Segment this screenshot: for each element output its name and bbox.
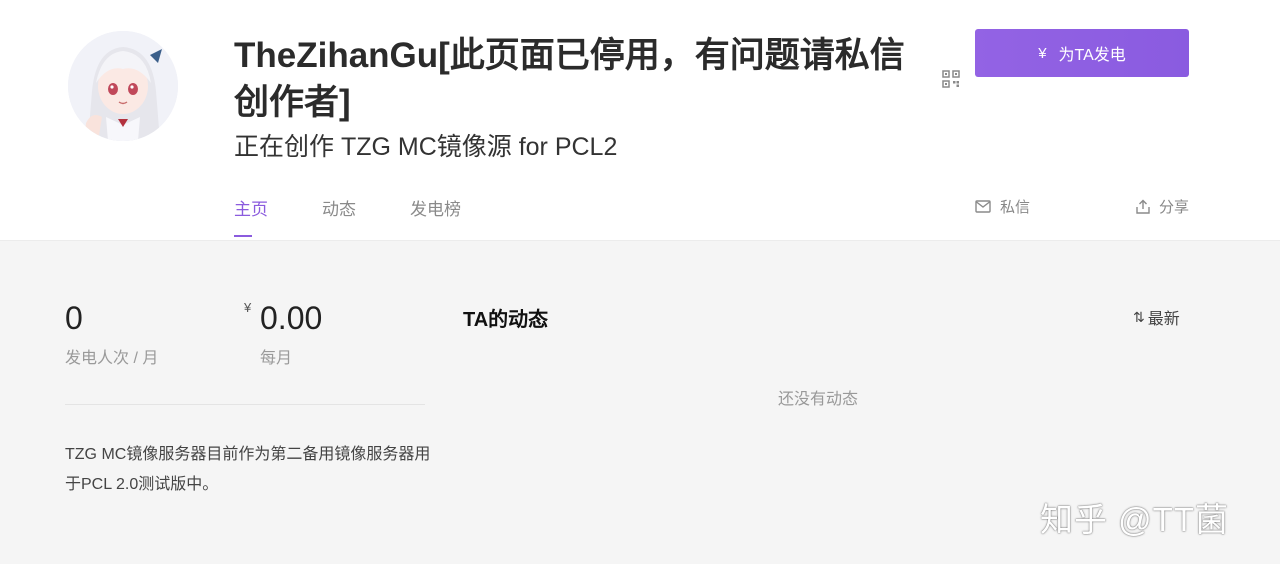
- supporters-stat: 0 发电人次 / 月: [65, 300, 158, 368]
- sponsor-button-label: 为TA发电: [1058, 47, 1126, 64]
- message-label: 私信: [1000, 199, 1031, 216]
- amount-value: 0.00: [260, 300, 323, 336]
- tab-activity[interactable]: 动态: [322, 195, 356, 241]
- mail-icon: [975, 200, 991, 213]
- profile-description: TZG MC镜像服务器目前作为第二备用镜像服务器用于PCL 2.0测试版中。: [65, 446, 431, 493]
- amount-stat: ¥ 0.00 每月: [244, 300, 322, 368]
- yen-icon: ¥: [1038, 44, 1047, 62]
- sort-icon: ⇅: [1133, 308, 1145, 325]
- amount-label: 每月: [260, 350, 293, 367]
- page-title: TheZihanGu[此页面已停用，有问题请私信创作者]: [234, 36, 905, 122]
- share-button[interactable]: 分享: [1136, 196, 1189, 217]
- avatar: [68, 31, 178, 141]
- divider: [65, 404, 425, 405]
- profile-tabs: 主页 动态 发电榜: [234, 195, 515, 241]
- tab-home[interactable]: 主页: [234, 195, 268, 241]
- creator-subtitle: 正在创作 TZG MC镜像源 for PCL2: [234, 133, 618, 161]
- empty-feed-text: 还没有动态: [778, 391, 859, 408]
- sponsor-button[interactable]: ¥ 为TA发电: [975, 29, 1189, 77]
- qr-code-icon[interactable]: [942, 70, 960, 88]
- feed-title: TA的动态: [463, 309, 549, 331]
- supporters-count: 0: [65, 300, 83, 336]
- message-button[interactable]: 私信: [975, 196, 1030, 217]
- share-icon: [1136, 199, 1150, 214]
- profile-header: TheZihanGu[此页面已停用，有问题请私信创作者] 正在创作 TZG MC…: [0, 0, 1280, 241]
- watermark: 知乎 @TT菌: [1040, 501, 1229, 538]
- supporters-label: 发电人次 / 月: [65, 350, 159, 367]
- tab-ranking[interactable]: 发电榜: [410, 195, 461, 241]
- sort-label: 最新: [1147, 311, 1180, 328]
- share-label: 分享: [1159, 199, 1190, 216]
- currency-symbol: ¥: [244, 300, 252, 315]
- sort-button[interactable]: ⇅ 最新: [1133, 305, 1180, 329]
